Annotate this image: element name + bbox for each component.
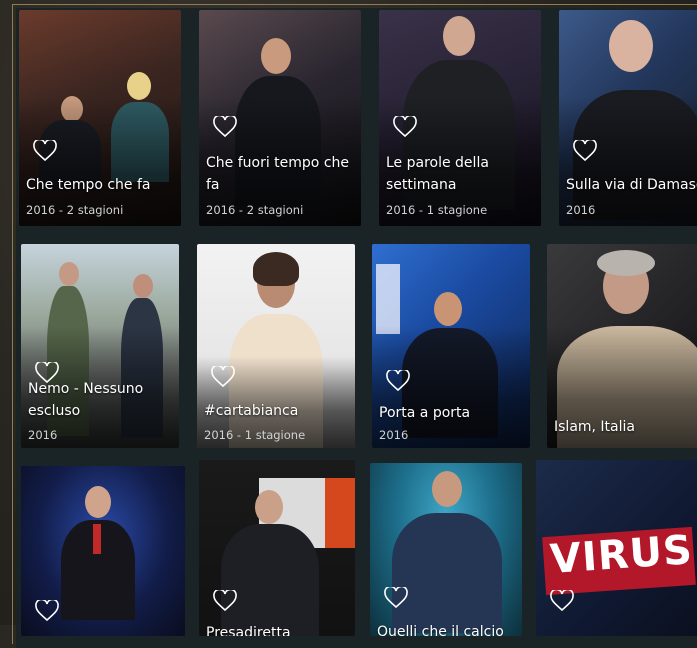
- card-title[interactable]: Che tempo che fa: [26, 174, 151, 196]
- card-title[interactable]: Sulla via di Damasco: [566, 174, 697, 196]
- program-grid: Che tempo che fa 2016 - 2 stagioni Che f…: [16, 8, 697, 648]
- program-card[interactable]: Sulla via di Damasco 2016: [559, 10, 697, 226]
- program-card[interactable]: VIRUS: [536, 460, 697, 636]
- card-title[interactable]: Nemo - Nessuno escluso: [28, 378, 143, 422]
- heart-outline-icon[interactable]: [211, 366, 235, 388]
- heart-outline-icon[interactable]: [213, 116, 237, 138]
- card-title[interactable]: Che fuori tempo che fa: [206, 152, 349, 196]
- program-card[interactable]: Le parole della settimana 2016 - 1 stagi…: [379, 10, 541, 226]
- program-card[interactable]: Che fuori tempo che fa 2016 - 2 stagioni: [199, 10, 361, 226]
- card-title[interactable]: Le parole della settimana: [386, 152, 489, 196]
- card-meta: 2016: [566, 203, 596, 217]
- program-card[interactable]: Islam, Italia: [547, 244, 697, 448]
- heart-outline-icon[interactable]: [33, 140, 57, 162]
- program-card[interactable]: #cartabianca 2016 - 1 stagione: [197, 244, 355, 448]
- heart-outline-icon[interactable]: [393, 116, 417, 138]
- card-meta: 2016 - 1 stagione: [204, 428, 306, 442]
- card-meta: 2016: [379, 428, 409, 442]
- card-meta: 2016 - 1 stagione: [386, 203, 488, 217]
- background-frame: Che tempo che fa 2016 - 2 stagioni Che f…: [0, 0, 697, 648]
- heart-outline-icon[interactable]: [213, 590, 237, 612]
- card-meta: 2016 - 2 stagioni: [206, 203, 304, 217]
- card-title[interactable]: Islam, Italia: [554, 416, 635, 438]
- program-card[interactable]: Nemo - Nessuno escluso 2016: [21, 244, 179, 448]
- program-card[interactable]: Quelli che il calcio: [370, 463, 522, 636]
- heart-outline-icon[interactable]: [35, 600, 59, 622]
- heart-outline-icon[interactable]: [573, 140, 597, 162]
- program-card[interactable]: Che tempo che fa 2016 - 2 stagioni: [19, 10, 181, 226]
- program-card[interactable]: [21, 466, 185, 636]
- card-meta: 2016: [28, 428, 58, 442]
- program-card[interactable]: Porta a porta 2016: [372, 244, 530, 448]
- card-title[interactable]: Porta a porta: [379, 402, 470, 424]
- card-meta: 2016 - 2 stagioni: [26, 203, 124, 217]
- heart-outline-icon[interactable]: [550, 590, 574, 612]
- program-card[interactable]: Presadiretta: [199, 460, 355, 636]
- heart-outline-icon[interactable]: [386, 370, 410, 392]
- card-title[interactable]: Quelli che il calcio: [377, 621, 504, 636]
- card-title[interactable]: Presadiretta: [206, 622, 291, 636]
- card-title[interactable]: #cartabianca: [204, 400, 298, 422]
- heart-outline-icon[interactable]: [384, 587, 408, 609]
